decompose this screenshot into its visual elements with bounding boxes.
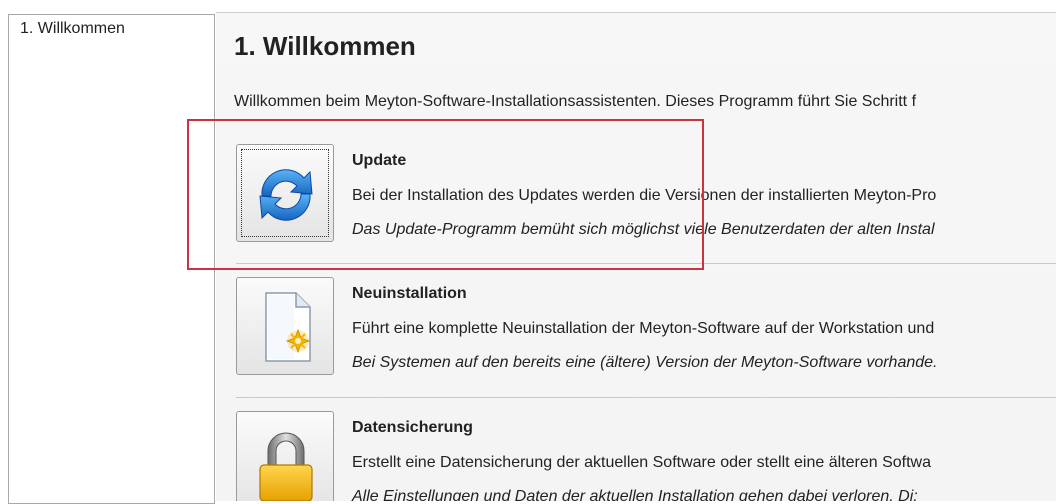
new-install-heading: Neuinstallation	[352, 285, 467, 302]
backup-button[interactable]	[236, 411, 334, 501]
intro-text: Willkommen beim Meyton-Software-Installa…	[234, 93, 917, 110]
steps-panel: 1. Willkommen	[8, 14, 215, 504]
page-title: 1. Willkommen	[234, 31, 416, 61]
backup-note: Alle Einstellungen und Daten der aktuell…	[352, 488, 918, 501]
backup-description: Erstellt eine Datensicherung der aktuell…	[352, 454, 931, 471]
new-install-description: Führt eine komplette Neuinstallation der…	[352, 320, 935, 337]
highlight-box	[187, 119, 704, 270]
new-install-button[interactable]	[236, 277, 334, 375]
backup-heading: Datensicherung	[352, 419, 473, 436]
new-install-note: Bei Systemen auf den bereits eine (älter…	[352, 354, 938, 371]
new-document-icon	[265, 292, 311, 362]
step-item-welcome[interactable]: 1. Willkommen	[20, 20, 125, 38]
separator	[236, 397, 1056, 398]
option-new-install: Neuinstallation Führt eine komplette Neu…	[236, 277, 1056, 377]
option-backup: Datensicherung Erstellt eine Datensicher…	[236, 411, 1056, 501]
padlock-icon	[259, 432, 313, 501]
